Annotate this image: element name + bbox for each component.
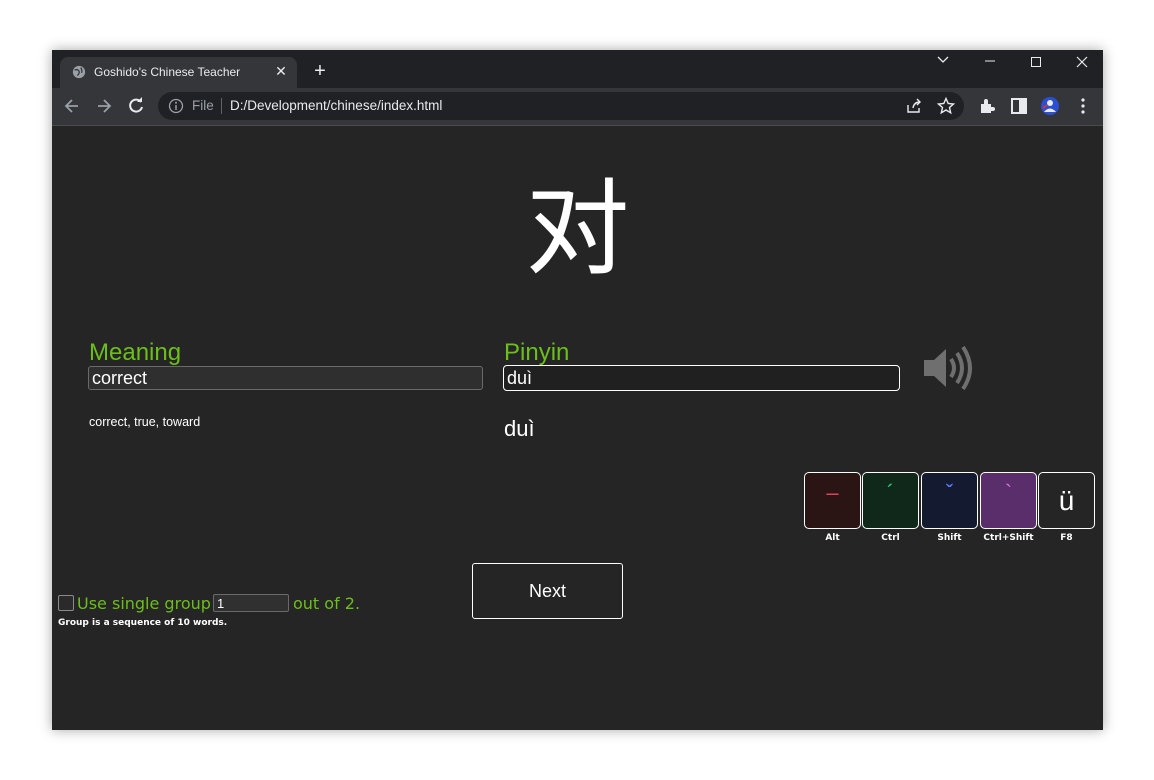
page-content: 对 Meaning correct, true, toward Pinyin d… [52,126,1103,730]
star-icon[interactable] [936,96,956,116]
new-tab-button[interactable]: + [309,60,331,82]
key-glyph: ü [1058,485,1075,516]
reload-icon[interactable] [126,96,146,116]
share-icon[interactable] [904,96,924,116]
key-shortcut: Ctrl+Shift [983,533,1034,543]
back-arrow-icon[interactable] [62,96,82,116]
maximize-button[interactable] [1013,50,1059,74]
side-panel-icon[interactable] [1009,96,1029,116]
third-tone-key[interactable]: ˇ [921,472,978,529]
globe-icon [72,65,86,79]
profile-avatar-icon[interactable] [1040,96,1060,116]
forward-arrow-icon[interactable] [94,96,114,116]
group-number-input[interactable] [213,594,289,612]
close-window-button[interactable] [1059,50,1103,74]
minimize-button[interactable] [967,50,1013,74]
address-bar[interactable]: File D:/Development/chinese/index.html [158,92,964,120]
group-suffix-label: out of 2. [293,594,361,613]
browser-tab[interactable]: Goshido's Chinese Teacher ✕ [60,57,297,88]
browser-window: Goshido's Chinese Teacher ✕ + File D:/De… [52,50,1103,730]
extensions-icon[interactable] [977,96,997,116]
fourth-tone-key[interactable]: ` [980,472,1037,529]
meaning-label: Meaning [89,339,182,366]
meaning-answer: correct, true, toward [89,415,201,429]
tab-title: Goshido's Chinese Teacher [94,65,241,79]
group-note: Group is a sequence of 10 words. [58,618,228,628]
key-shortcut: Shift [937,533,962,543]
umlaut-key[interactable]: ü [1038,472,1095,529]
key-glyph: ´ [886,480,895,505]
meaning-input[interactable] [88,366,483,390]
tab-strip: Goshido's Chinese Teacher ✕ + [52,50,1103,88]
key-glyph: ` [1004,480,1013,505]
key-glyph: ˇ [945,480,954,505]
pinyin-input[interactable] [503,365,900,391]
info-icon[interactable] [168,98,184,114]
speaker-icon[interactable] [920,338,976,398]
group-prefix-label: Use single group # [77,594,230,613]
key-shortcut: Ctrl [881,533,900,543]
pinyin-label: Pinyin [504,339,570,366]
first-tone-key[interactable]: – [804,472,861,529]
url-scheme-label: File [192,98,214,113]
divider [221,98,222,114]
menu-icon[interactable] [1073,96,1093,116]
next-button[interactable]: Next [472,563,623,619]
key-glyph: – [826,480,839,505]
key-shortcut: Alt [825,533,840,543]
url-text: D:/Development/chinese/index.html [230,98,443,113]
pinyin-answer: duì [504,416,535,441]
second-tone-key[interactable]: ´ [862,472,919,529]
browser-toolbar: File D:/Development/chinese/index.html [52,88,1103,126]
tab-search-icon[interactable] [920,50,966,74]
chinese-character: 对 [525,168,630,290]
single-group-checkbox[interactable] [58,595,74,611]
tab-close-icon[interactable]: ✕ [273,63,289,79]
key-shortcut: F8 [1060,533,1073,543]
